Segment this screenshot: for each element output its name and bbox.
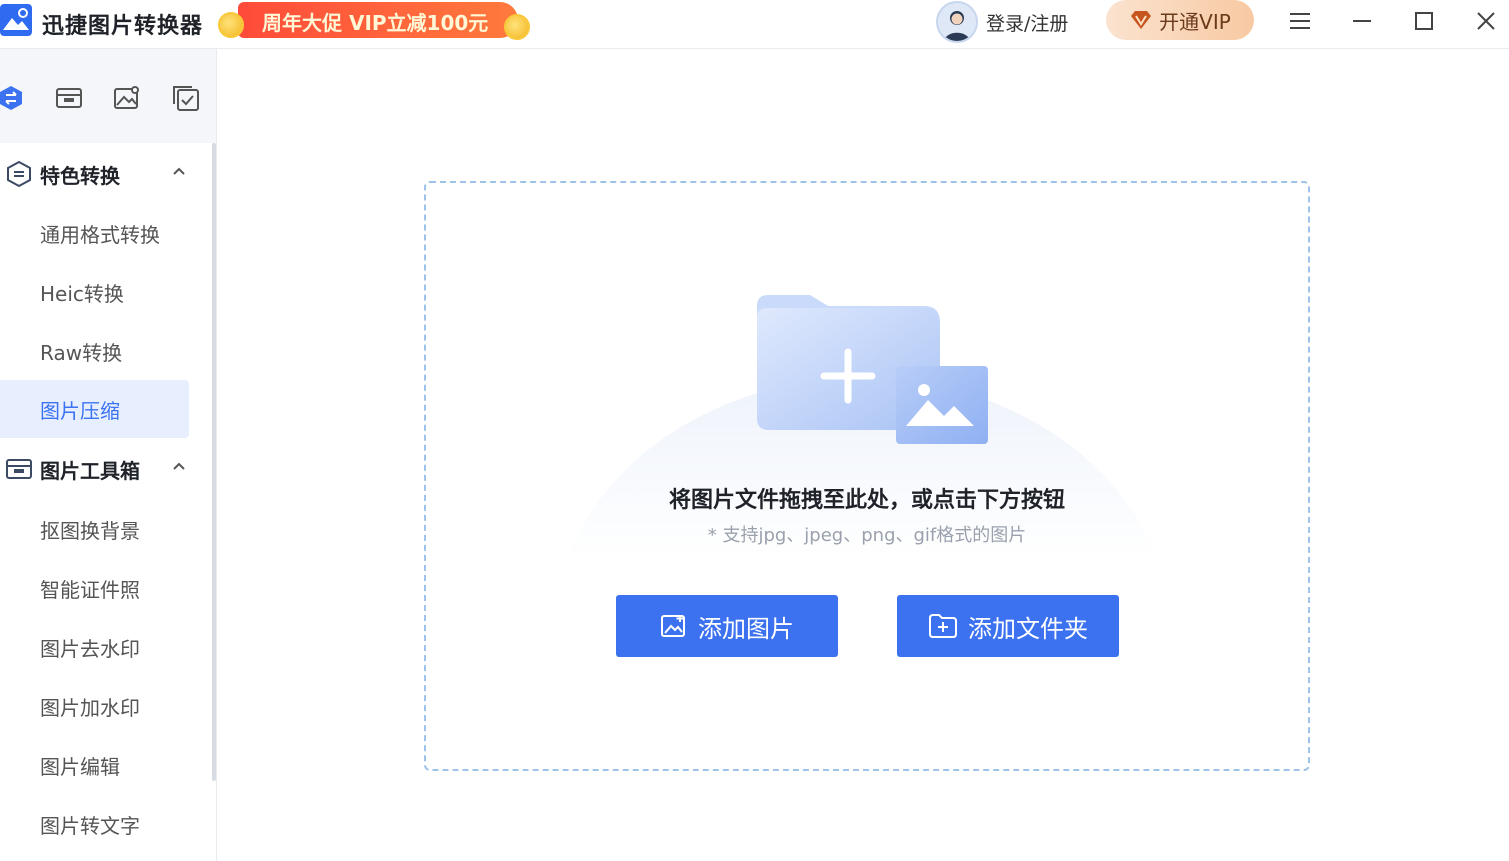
vip-button[interactable]: 开通VIP <box>1106 0 1254 40</box>
sidebar-item-cutout-background[interactable]: 抠图换背景 <box>0 500 189 558</box>
menu-button[interactable] <box>1280 4 1320 38</box>
sidebar-item-raw-convert[interactable]: Raw转换 <box>0 322 189 380</box>
sidebar: 特色转换 通用格式转换 Heic转换 Raw转换 图片压缩 图片工具箱 抠图换背… <box>0 49 217 861</box>
image-edit-icon <box>114 86 139 109</box>
coin-icon <box>218 12 244 38</box>
sidebar-item-add-watermark[interactable]: 图片加水印 <box>0 677 189 735</box>
user-avatar-icon <box>944 11 970 41</box>
add-folder-label: 添加文件夹 <box>968 614 1088 643</box>
batch-check-icon <box>173 86 199 111</box>
close-button[interactable] <box>1466 4 1506 38</box>
maximize-button[interactable] <box>1404 4 1444 38</box>
toolbox-icon <box>6 459 32 479</box>
section-image-toolbox[interactable]: 图片工具箱 <box>0 440 200 498</box>
avatar <box>936 1 978 43</box>
add-image-icon <box>661 615 685 637</box>
chevron-up-icon <box>173 167 185 175</box>
tab-toolbox[interactable] <box>54 83 84 113</box>
sidebar-item-image-edit[interactable]: 图片编辑 <box>0 736 189 794</box>
coin-icon <box>504 14 530 40</box>
folder-add-illustration-icon <box>757 295 988 444</box>
vip-diamond-icon <box>1131 11 1152 29</box>
vip-label: 开通VIP <box>1159 9 1231 34</box>
convert-icon <box>0 86 22 110</box>
add-folder-button[interactable]: 添加文件夹 <box>897 595 1119 657</box>
toolbox-icon <box>56 88 82 108</box>
minimize-button[interactable] <box>1342 4 1382 38</box>
hamburger-icon <box>1290 13 1310 29</box>
add-image-button[interactable]: 添加图片 <box>616 595 838 657</box>
title-bar: 迅捷图片转换器 周年大促 VIP立减100元 登录/注册 开通VIP <box>0 0 1509 49</box>
drop-zone-subtitle: * 支持jpg、jpeg、png、gif格式的图片 <box>707 525 1027 546</box>
sidebar-item-general-convert[interactable]: 通用格式转换 <box>0 204 189 262</box>
login-register[interactable]: 登录/注册 <box>936 0 1068 44</box>
section-label: 特色转换 <box>40 163 120 188</box>
app-title: 迅捷图片转换器 <box>42 14 204 39</box>
drop-zone-title: 将图片文件拖拽至此处，或点击下方按钮 <box>668 488 1065 513</box>
sidebar-item-image-compress[interactable]: 图片压缩 <box>0 380 189 438</box>
close-icon <box>1477 12 1495 30</box>
tab-convert[interactable] <box>0 83 26 113</box>
maximize-icon <box>1415 12 1433 30</box>
sidebar-item-id-photo[interactable]: 智能证件照 <box>0 559 189 617</box>
login-label: 登录/注册 <box>986 12 1069 35</box>
promo-text: 周年大促 VIP立减100元 <box>262 11 489 35</box>
sidebar-tabs <box>0 49 216 143</box>
tab-image-edit[interactable] <box>112 83 142 113</box>
section-label: 图片工具箱 <box>40 458 140 483</box>
add-folder-icon <box>929 614 957 638</box>
section-special-convert[interactable]: 特色转换 <box>0 145 200 203</box>
minimize-icon <box>1353 20 1371 22</box>
promo-banner[interactable]: 周年大促 VIP立减100元 <box>218 0 530 42</box>
sidebar-item-image-to-text[interactable]: 图片转文字 <box>0 795 189 853</box>
app-logo-icon <box>0 4 32 36</box>
chevron-up-icon <box>173 462 185 470</box>
sidebar-item-heic-convert[interactable]: Heic转换 <box>0 263 189 321</box>
add-image-label: 添加图片 <box>698 614 794 643</box>
convert-shield-icon <box>7 160 31 188</box>
sidebar-item-remove-watermark[interactable]: 图片去水印 <box>0 618 189 676</box>
tab-batch[interactable] <box>171 83 201 113</box>
sidebar-scrollbar[interactable] <box>212 143 216 781</box>
